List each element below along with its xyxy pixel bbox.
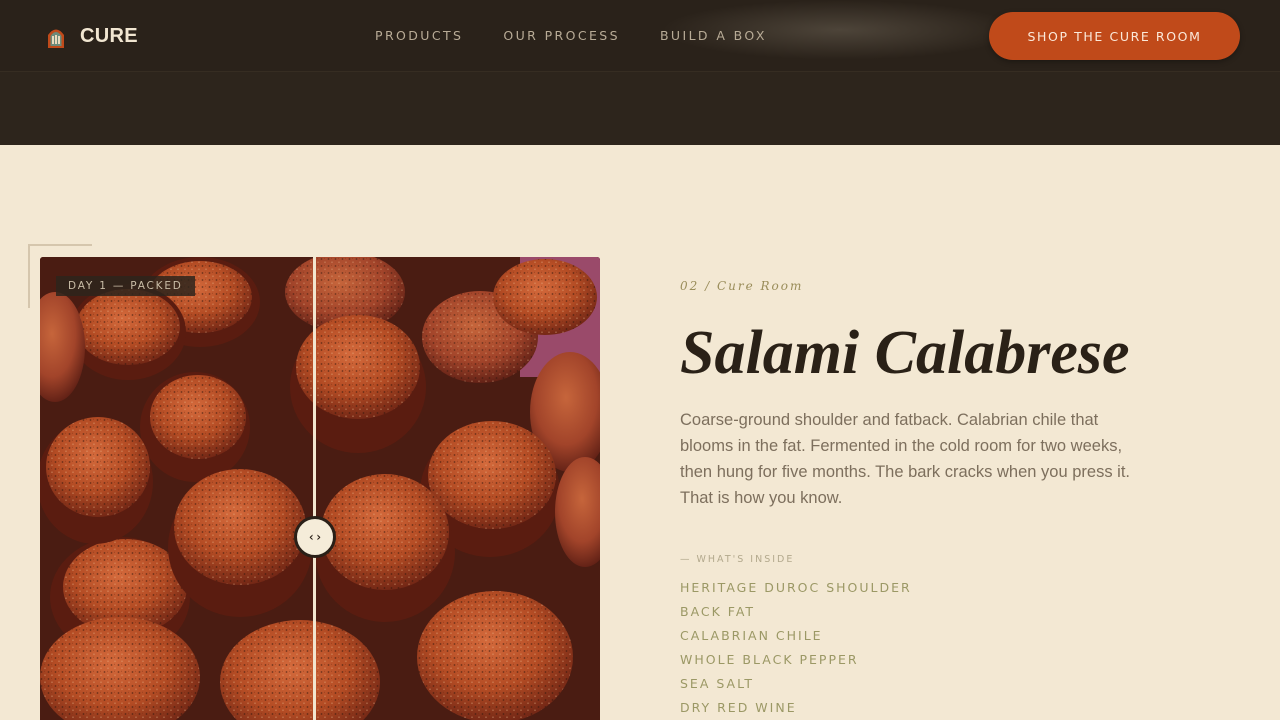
logo[interactable]: CURE	[46, 25, 138, 48]
salami-slices-photo	[40, 257, 600, 720]
ingredient-item: DRY RED WINE	[680, 700, 797, 715]
chevrons-left-right-icon: ‹›	[307, 530, 323, 544]
menu-item-our-process[interactable]: OUR PROCESS	[503, 28, 620, 43]
logo-text: CURE	[80, 25, 138, 47]
slider-divider-line[interactable]	[313, 257, 316, 720]
ingredient-item: BACK FAT	[680, 604, 756, 619]
main-menu: PRODUCTS OUR PROCESS BUILD A BOX	[375, 28, 767, 43]
slider-drag-handle[interactable]: ‹›	[294, 516, 336, 558]
ingredient-item: WHOLE BLACK PEPPER	[680, 652, 859, 667]
before-after-photo-slider[interactable]: ‹› DAY 1 — PACKED	[40, 257, 600, 720]
whats-inside-label: — WHAT'S INSIDE	[680, 554, 795, 565]
ingredient-item: HERITAGE DUROC SHOULDER	[680, 580, 912, 595]
menu-item-build-a-box[interactable]: BUILD A BOX	[660, 28, 767, 43]
top-nav: CURE PRODUCTS OUR PROCESS BUILD A BOX SH…	[0, 0, 1280, 72]
menu-item-products[interactable]: PRODUCTS	[375, 28, 463, 43]
ingredient-list: HERITAGE DUROC SHOULDER BACK FAT CALABRI…	[680, 579, 912, 720]
day-badge: DAY 1 — PACKED	[56, 276, 195, 296]
product-description: Coarse-ground shoulder and fatback. Cala…	[680, 411, 1131, 507]
section-eyebrow: 02 / Cure Room	[680, 279, 804, 293]
ingredient-item: SEA SALT	[680, 676, 754, 691]
cure-room-logo-icon	[48, 29, 64, 48]
shop-cure-room-button[interactable]: SHOP THE CURE ROOM	[989, 12, 1240, 60]
ingredient-item: CALABRIAN CHILE	[680, 628, 823, 643]
product-title: Salami Calabrese	[680, 319, 1130, 387]
